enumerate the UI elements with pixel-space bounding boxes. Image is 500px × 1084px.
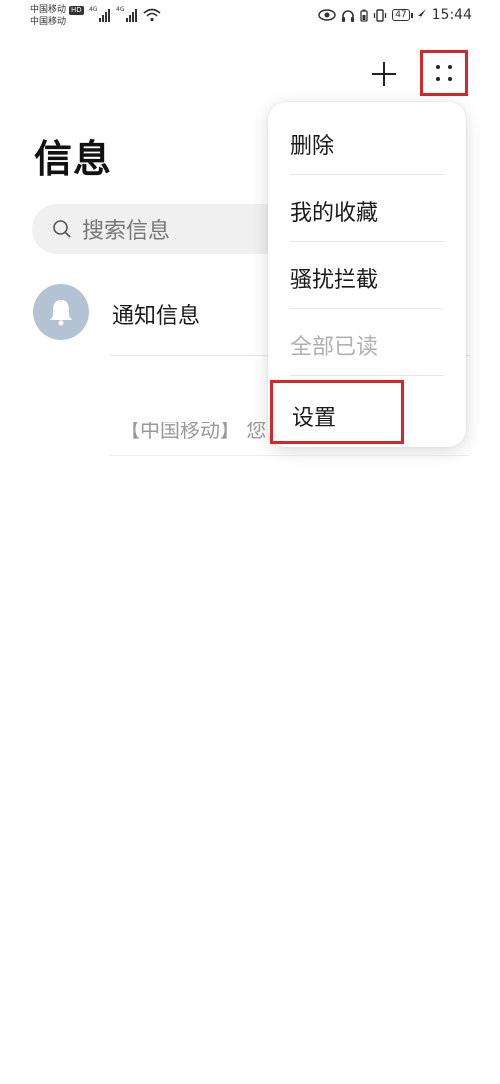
status-bar: 中国移动 HD 中国移动 4G 4G 47 15:44 (0, 0, 500, 36)
network-type-1: 4G (89, 6, 98, 13)
wifi-icon (143, 8, 161, 22)
menu-item-label: 全部已读 (290, 335, 379, 360)
menu-item-spam-blocking[interactable]: 骚扰拦截 (268, 242, 466, 309)
plus-icon (372, 62, 396, 86)
clock: 15:44 (431, 7, 472, 23)
menu-item-favorites[interactable]: 我的收藏 (268, 175, 466, 242)
more-dots-icon (436, 65, 452, 81)
search-icon (53, 220, 71, 238)
list-item-partial[interactable]: 【中国移动】 您 (110, 422, 270, 442)
add-button[interactable] (364, 54, 404, 94)
menu-item-label: 骚扰拦截 (290, 268, 379, 293)
avatar (33, 284, 89, 340)
signal-2-icon: 4G (116, 6, 137, 22)
more-options-button[interactable] (420, 50, 468, 96)
charging-icon (417, 9, 426, 20)
overflow-menu: 删除 我的收藏 骚扰拦截 全部已读 设置 (268, 102, 466, 447)
carrier-info: 中国移动 HD 中国移动 (30, 4, 84, 28)
carrier-2: 中国移动 (30, 17, 67, 27)
menu-item-label: 删除 (290, 134, 335, 159)
menu-item-label: 设置 (292, 406, 337, 431)
carrier-1: 中国移动 (30, 5, 67, 15)
hd-badge: HD (69, 5, 84, 15)
search-placeholder: 搜索信息 (82, 219, 171, 244)
vibrate-icon (374, 8, 387, 22)
page-title: 信息 (34, 137, 113, 181)
list-item-preview: 【中国移动】 您 (120, 422, 267, 442)
battery-icon: 47 (392, 9, 413, 21)
divider (290, 375, 444, 376)
list-item-label: 通知信息 (112, 304, 201, 329)
headphone-icon (342, 9, 355, 22)
signal-1-icon: 4G (89, 6, 110, 22)
eye-icon (318, 9, 336, 21)
network-type-2: 4G (116, 6, 125, 13)
status-right: 47 15:44 (318, 7, 472, 23)
device-battery-icon (360, 9, 368, 22)
signal-indicators: 4G 4G (89, 6, 161, 22)
bell-icon (50, 300, 72, 326)
menu-item-settings[interactable]: 设置 (270, 380, 404, 444)
menu-item-delete[interactable]: 删除 (268, 108, 466, 175)
menu-item-label: 我的收藏 (290, 201, 379, 226)
battery-level: 47 (392, 9, 410, 21)
menu-item-mark-all-read[interactable]: 全部已读 (268, 309, 466, 376)
divider (110, 455, 470, 456)
